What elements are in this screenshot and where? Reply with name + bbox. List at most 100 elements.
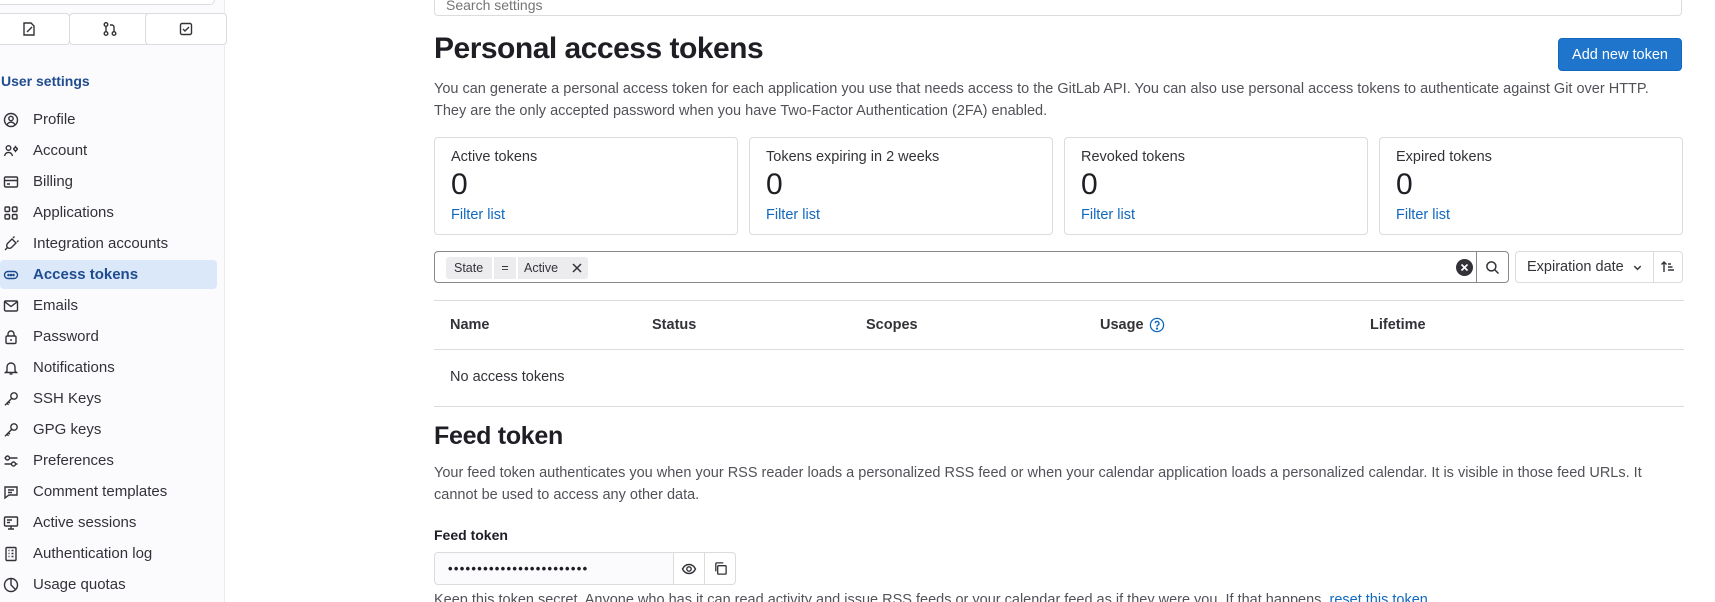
feed-token-help: Keep this token secret. Anyone who has i… [434,592,1428,602]
sidebar-item-account[interactable]: Account [0,136,217,165]
tokens-table: Name Status Scopes Usage Lifetime No acc… [434,300,1684,407]
sort-dropdown[interactable]: Expiration date [1515,251,1654,283]
sidebar-item-preferences[interactable]: Preferences [0,446,217,475]
sidebar-item-label: Profile [33,111,76,128]
chevron-down-icon [1633,265,1642,270]
eye-icon [681,563,697,574]
stat-card-expired: Expired tokens 0 Filter list [1379,137,1683,235]
sidebar-item-notifications[interactable]: Notifications [0,353,217,382]
add-new-token-button[interactable]: Add new token [1558,38,1682,71]
applications-icon [0,205,33,221]
filter-token-operator[interactable]: = [494,257,516,279]
sort-label: Expiration date [1527,259,1624,275]
page-title: Personal access tokens [434,32,764,65]
mail-icon [0,298,33,314]
monitor-icon [0,515,33,531]
sidebar-item-active-sessions[interactable]: Active sessions [0,508,217,537]
sidebar-item-label: Active sessions [33,514,137,531]
sidebar: User settings Profile Account Billing Ap… [0,0,227,602]
sidebar-item-billing[interactable]: Billing [0,167,217,196]
key-icon [0,391,33,407]
sidebar-item-label: GPG keys [33,421,102,438]
todos-shortcut-button[interactable] [145,13,227,45]
filter-value-text: Active [524,261,559,275]
issues-shortcut-button[interactable] [0,13,70,45]
help-icon[interactable] [1149,317,1165,333]
sidebar-item-label: Emails [33,297,79,314]
stat-card-revoked: Revoked tokens 0 Filter list [1064,137,1368,235]
search-input[interactable] [435,0,1681,15]
preferences-icon [0,453,33,469]
feed-token-title: Feed token [434,422,563,450]
sidebar-item-label: Billing [33,173,74,190]
feed-token-description: Your feed token authenticates you when y… [434,465,1642,503]
sidebar-item-label: Access tokens [33,266,139,283]
stat-count: 0 [1396,168,1413,201]
column-header-status: Status [652,317,697,333]
copy-icon [714,562,727,575]
sidebar-item-usage-quotas[interactable]: Usage quotas [0,570,217,599]
key-icon [0,422,33,438]
feed-help-text: Keep this token secret. Anyone who has i… [434,592,1330,602]
remove-token-icon[interactable] [571,262,583,274]
merge-request-icon [103,22,117,36]
filtered-search-bar[interactable]: State = Active [434,251,1477,283]
column-header-lifetime: Lifetime [1370,317,1426,333]
sidebar-item-ssh-keys[interactable]: SSH Keys [0,384,217,413]
copy-token-button[interactable] [704,552,736,585]
filter-token-field[interactable]: State [446,257,492,279]
empty-state-text: No access tokens [450,369,565,385]
reset-token-link[interactable]: reset this token [1330,592,1428,602]
sidebar-item-label: Password [33,328,99,345]
stat-label: Expired tokens [1396,149,1492,165]
filter-search-button[interactable] [1476,251,1509,283]
billing-icon [0,174,33,190]
sidebar-item-label: Applications [33,204,114,221]
sidebar-item-authentication-log[interactable]: Authentication log [0,539,217,568]
stat-count: 0 [766,168,783,201]
sidebar-item-label: SSH Keys [33,390,102,407]
sidebar-item-label: Comment templates [33,483,168,500]
profile-icon [0,112,33,128]
merge-requests-shortcut-button[interactable] [69,13,151,45]
log-icon [0,546,33,562]
filter-list-link[interactable]: Filter list [766,207,820,223]
sidebar-top-frame [0,0,215,5]
stat-count: 0 [451,168,468,201]
sidebar-item-emails[interactable]: Emails [0,291,217,320]
feed-token-label: Feed token [434,527,508,543]
issues-icon [23,22,35,36]
sidebar-item-password[interactable]: Password [0,322,217,351]
stat-label: Tokens expiring in 2 weeks [766,149,940,165]
sidebar-item-label: Integration accounts [33,235,169,252]
feed-token-field[interactable]: •••••••••••••••••••••••• [434,552,674,585]
column-header-scopes: Scopes [866,317,918,333]
sidebar-item-profile[interactable]: Profile [0,105,217,134]
sidebar-item-applications[interactable]: Applications [0,198,217,227]
sidebar-item-integration-accounts[interactable]: Integration accounts [0,229,217,258]
stat-card-active: Active tokens 0 Filter list [434,137,738,235]
filter-list-link[interactable]: Filter list [451,207,505,223]
stat-label: Active tokens [451,149,538,165]
sort-direction-button[interactable] [1653,251,1683,283]
sidebar-item-access-tokens[interactable]: Access tokens [0,260,217,289]
quota-icon [0,577,33,593]
sidebar-item-label: Authentication log [33,545,153,562]
lock-icon [0,329,33,345]
stat-count: 0 [1081,168,1098,201]
sidebar-item-label: Notifications [33,359,115,376]
filter-list-link[interactable]: Filter list [1081,207,1135,223]
sidebar-item-label: Usage quotas [33,576,126,593]
sidebar-item-comment-templates[interactable]: Comment templates [0,477,217,506]
sidebar-item-label: Account [33,142,88,159]
column-header-name: Name [450,317,490,333]
account-icon [0,143,33,159]
stat-label: Revoked tokens [1081,149,1185,165]
table-empty-row: No access tokens [434,350,1684,407]
clear-filter-icon[interactable] [1456,259,1473,276]
settings-search [434,0,1682,16]
sidebar-item-gpg-keys[interactable]: GPG keys [0,415,217,444]
filter-list-link[interactable]: Filter list [1396,207,1450,223]
reveal-token-button[interactable] [673,552,705,585]
filter-token-value[interactable]: Active [518,257,588,279]
